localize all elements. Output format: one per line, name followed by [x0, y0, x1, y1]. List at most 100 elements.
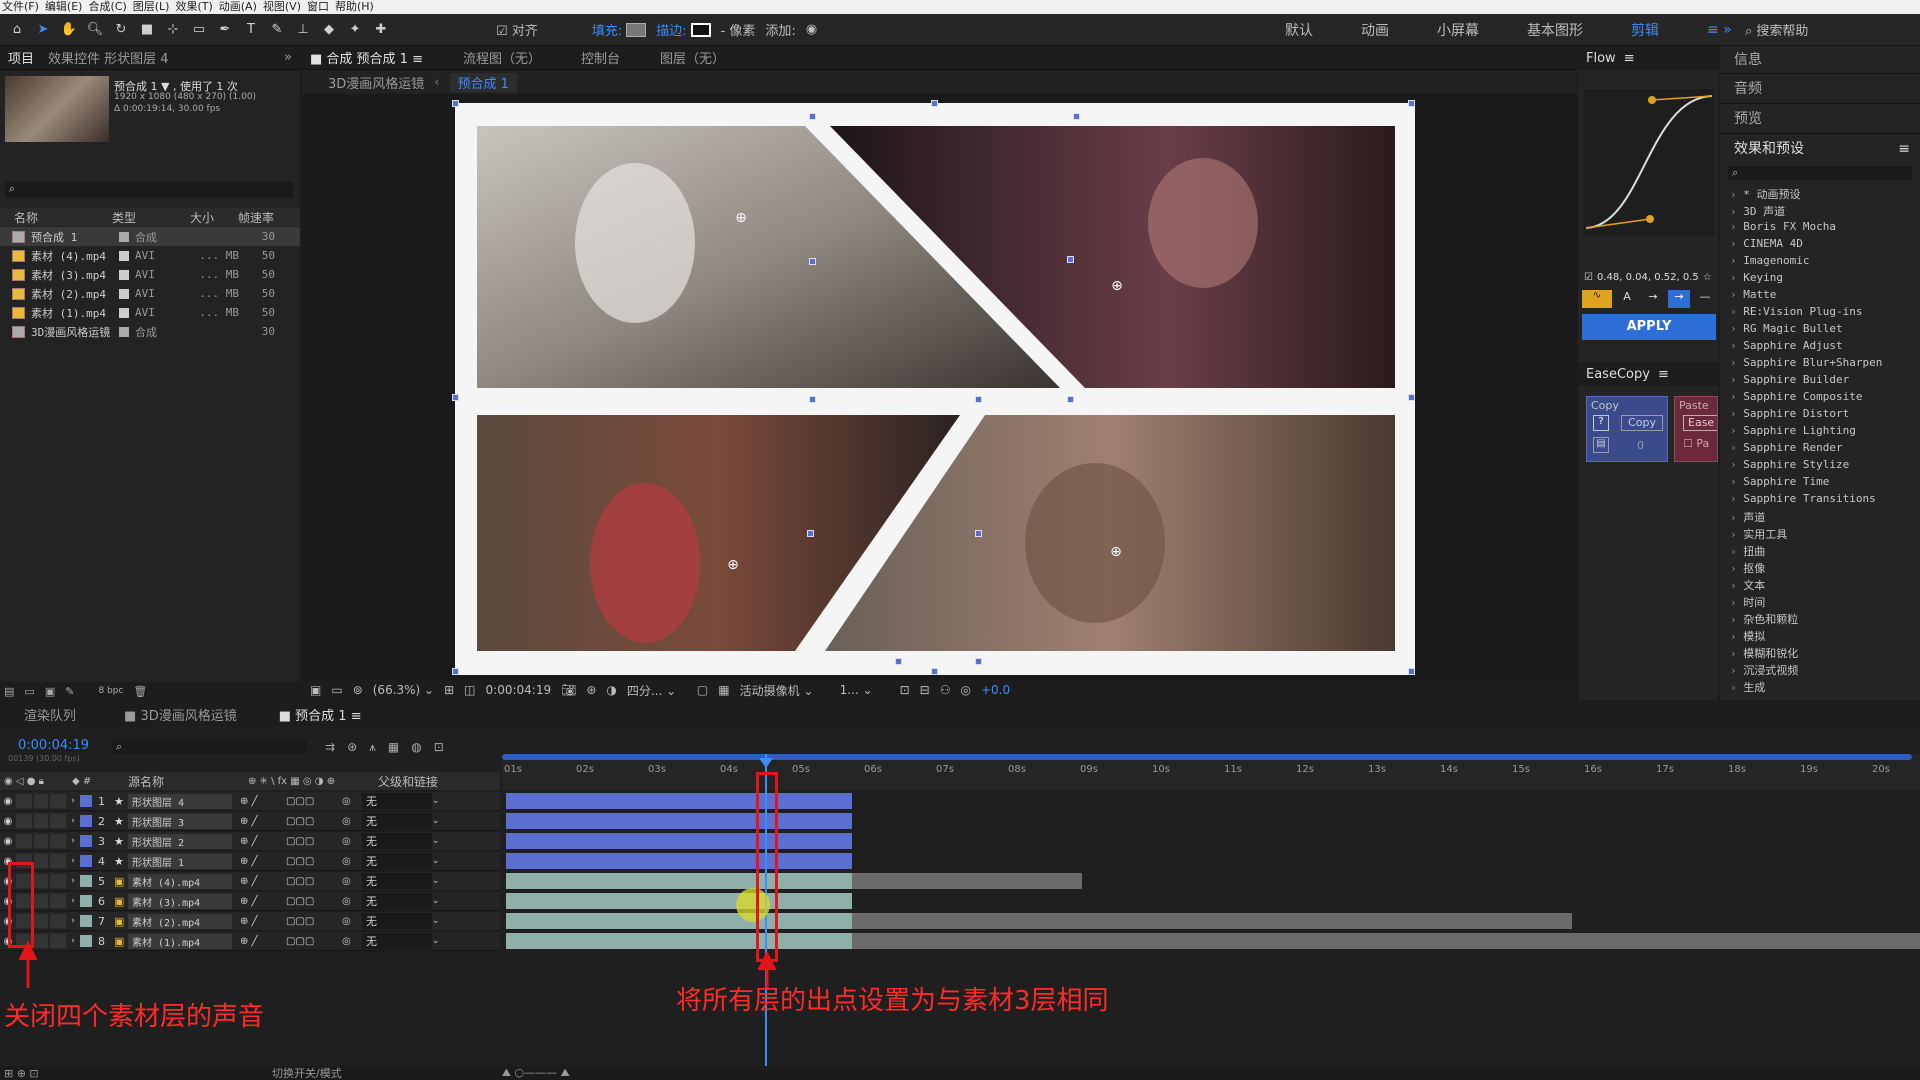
- align-checkbox[interactable]: ☑ 对齐: [496, 20, 538, 39]
- layer-mode-boxes[interactable]: ▢▢▢: [286, 816, 342, 827]
- layer-row[interactable]: ◉ › 2 ★ 形状图层 3 ⊕ ╱ ▢▢▢ ◎ 无 ⌄: [0, 812, 500, 831]
- bezier-handle-in[interactable]: [1646, 215, 1654, 223]
- layer-duration-bar[interactable]: [506, 893, 852, 909]
- parent-pickwhip-icon[interactable]: ◎: [342, 936, 362, 947]
- footer-icons[interactable]: ⊞ ⊕ ⊡: [0, 1067, 272, 1080]
- solo-toggle[interactable]: [34, 814, 48, 828]
- pen-tool-icon[interactable]: ✒: [214, 19, 236, 41]
- label-color-icon[interactable]: [80, 855, 92, 867]
- bpc-label[interactable]: 8 bpc: [98, 686, 123, 696]
- layer-switches[interactable]: ⊕ ╱: [232, 816, 286, 827]
- favorite-star-icon[interactable]: ☆: [1703, 272, 1712, 283]
- layer-row[interactable]: ◉ › 1 ★ 形状图层 4 ⊕ ╱ ▢▢▢ ◎ 无 ⌄: [0, 792, 500, 811]
- zoom-tool-icon[interactable]: 🔍︎: [84, 19, 106, 41]
- dropdown-chevron-icon[interactable]: ⌄: [432, 936, 440, 946]
- effect-category[interactable]: CINEMA 4D: [1720, 237, 1920, 254]
- exposure-value[interactable]: +0.0: [981, 683, 1010, 697]
- effect-category[interactable]: Sapphire Render: [1720, 441, 1920, 458]
- effect-category[interactable]: Sapphire Time: [1720, 475, 1920, 492]
- effect-category[interactable]: 扭曲: [1720, 543, 1920, 560]
- transform-handle[interactable]: [931, 668, 938, 675]
- expand-chevron-icon[interactable]: ›: [66, 936, 80, 946]
- col-size[interactable]: 大小: [190, 209, 230, 226]
- hand-tool-icon[interactable]: ✋: [58, 19, 80, 41]
- menu-item[interactable]: 视图(V): [263, 0, 301, 14]
- new-comp-icon[interactable]: ▣: [45, 685, 55, 698]
- expand-chevron-icon[interactable]: ›: [66, 916, 80, 926]
- trash-icon[interactable]: 🗑︎: [133, 685, 147, 698]
- effect-category[interactable]: 模糊和锐化: [1720, 645, 1920, 662]
- region-of-interest-icon[interactable]: ▢: [697, 683, 708, 697]
- transform-handle[interactable]: [1408, 394, 1415, 401]
- section-info[interactable]: 信息: [1720, 46, 1920, 74]
- parent-pickwhip-icon[interactable]: ◎: [342, 916, 362, 927]
- layer-row[interactable]: ◉ › 6 ▣ 素材 (3).mp4 ⊕ ╱ ▢▢▢ ◎ 无 ⌄: [0, 892, 500, 911]
- layer-switches[interactable]: ⊕ ╱: [232, 916, 286, 927]
- parent-dropdown[interactable]: 无: [362, 813, 432, 829]
- project-item[interactable]: 素材 (1).mp4 AVI ... MB 50: [0, 303, 300, 322]
- stroke-label[interactable]: 描边:: [656, 20, 686, 39]
- effect-category[interactable]: RG Magic Bullet: [1720, 322, 1920, 339]
- label-color-icon[interactable]: [119, 326, 129, 337]
- stroke-swatch[interactable]: [690, 22, 711, 37]
- grid-icon[interactable]: ◫: [464, 683, 475, 697]
- col-source-name[interactable]: 源名称: [128, 773, 248, 790]
- paste-option[interactable]: ☐ Pa: [1683, 437, 1709, 450]
- help-icon[interactable]: ?: [1593, 415, 1609, 431]
- parent-dropdown[interactable]: 无: [362, 913, 432, 929]
- reset-exposure-icon[interactable]: ◎: [960, 683, 970, 697]
- effect-category[interactable]: Sapphire Adjust: [1720, 339, 1920, 356]
- dropdown-chevron-icon[interactable]: ⌄: [432, 876, 440, 886]
- project-item[interactable]: 预合成 1 合成 30: [0, 227, 300, 246]
- menu-item[interactable]: 动画(A): [219, 0, 257, 14]
- label-color-icon[interactable]: [80, 815, 92, 827]
- effect-category[interactable]: 杂色和颗粒: [1720, 611, 1920, 628]
- workspace-tab[interactable]: 默认: [1285, 20, 1313, 40]
- bezier-handle-out[interactable]: [1648, 96, 1656, 104]
- layer-mode-boxes[interactable]: ▢▢▢: [286, 836, 342, 847]
- toggle-switches-modes[interactable]: 切换开关/模式: [272, 1065, 342, 1080]
- flow-values[interactable]: 0.48, 0.04, 0.52, 0.5: [1597, 272, 1699, 283]
- work-area-bar[interactable]: [502, 754, 1912, 760]
- parent-dropdown[interactable]: 无: [362, 853, 432, 869]
- anchor-point-icon[interactable]: ⊕: [726, 558, 740, 572]
- effect-category[interactable]: 沉浸式视频: [1720, 662, 1920, 679]
- effect-category[interactable]: RE:Vision Plug-ins: [1720, 305, 1920, 322]
- transform-handle[interactable]: [975, 396, 982, 403]
- layer-switches[interactable]: ⊕ ╱: [232, 856, 286, 867]
- layer-duration-bar[interactable]: [506, 833, 852, 849]
- menu-item[interactable]: 帮助(H): [335, 0, 374, 14]
- menu-item[interactable]: 效果(T): [175, 0, 212, 14]
- ease-preset-icon[interactable]: —: [1694, 290, 1716, 308]
- comp-mini-flowchart-icon[interactable]: ⇉: [325, 740, 335, 755]
- shy-icon[interactable]: ⩚: [369, 740, 376, 755]
- lock-toggle[interactable]: [50, 894, 66, 908]
- transform-handle[interactable]: [1073, 113, 1080, 120]
- label-color-icon[interactable]: [80, 835, 92, 847]
- parent-pickwhip-icon[interactable]: ◎: [342, 816, 362, 827]
- effect-category[interactable]: 时间: [1720, 594, 1920, 611]
- transform-handle[interactable]: [807, 530, 814, 537]
- tab-flowchart[interactable]: 流程图（无）: [463, 48, 541, 67]
- layer-duration-bar[interactable]: [506, 813, 852, 829]
- roto-brush-tool-icon[interactable]: ✦: [344, 19, 366, 41]
- effect-category[interactable]: 抠像: [1720, 560, 1920, 577]
- transform-handle[interactable]: [809, 113, 816, 120]
- menu-item[interactable]: 编辑(E): [45, 0, 83, 14]
- layer-switches[interactable]: ⊕ ╱: [232, 876, 286, 887]
- workspace-tab[interactable]: 剪辑: [1631, 20, 1659, 40]
- menu-item[interactable]: 文件(F): [2, 0, 39, 14]
- new-folder-icon[interactable]: ▭: [24, 685, 34, 698]
- effect-category[interactable]: Matte: [1720, 288, 1920, 305]
- transform-handle[interactable]: [1408, 668, 1415, 675]
- layer-mode-boxes[interactable]: ▢▢▢: [286, 896, 342, 907]
- lock-toggle[interactable]: [50, 914, 66, 928]
- av-features-icon[interactable]: ◉ ◁ ● 🔒︎: [0, 776, 72, 787]
- layer-name[interactable]: 形状图层 4: [128, 793, 232, 809]
- project-item[interactable]: 素材 (3).mp4 AVI ... MB 50: [0, 265, 300, 284]
- effect-category[interactable]: * 动画预设: [1720, 186, 1920, 203]
- transform-handle[interactable]: [809, 258, 816, 265]
- home-icon[interactable]: ⌂: [6, 19, 28, 41]
- layer-mode-boxes[interactable]: ▢▢▢: [286, 936, 342, 947]
- visibility-eye-icon[interactable]: ◉: [0, 816, 16, 827]
